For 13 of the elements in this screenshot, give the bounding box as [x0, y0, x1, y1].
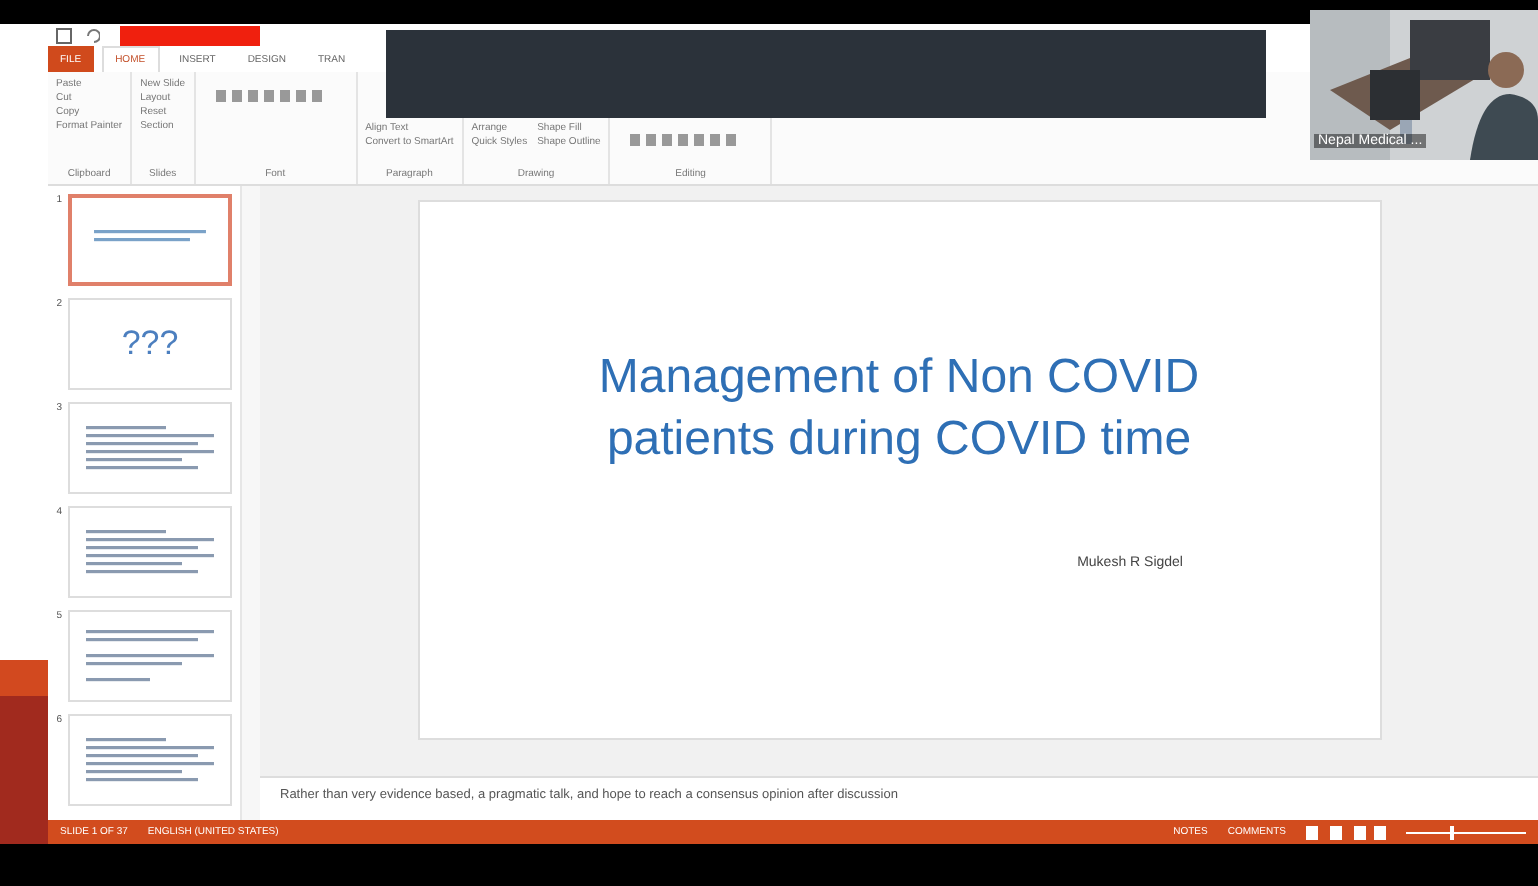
slide-thumbnail[interactable]: ??? [68, 298, 232, 390]
slide-thumbnail[interactable] [68, 194, 232, 286]
scrollbar[interactable] [240, 186, 260, 820]
save-icon[interactable] [56, 27, 72, 43]
view-icon[interactable] [1306, 825, 1386, 839]
title-bar-block [120, 25, 260, 45]
text-lines-icon [86, 530, 214, 574]
zoom-slider-icon[interactable] [1406, 825, 1526, 839]
text-lines-icon [86, 630, 214, 682]
text-lines-icon [86, 738, 214, 782]
undo-icon[interactable] [84, 27, 100, 43]
text-lines-icon [86, 426, 214, 470]
slide-title: Management of Non COVID patients during COVID time [596, 348, 1202, 470]
